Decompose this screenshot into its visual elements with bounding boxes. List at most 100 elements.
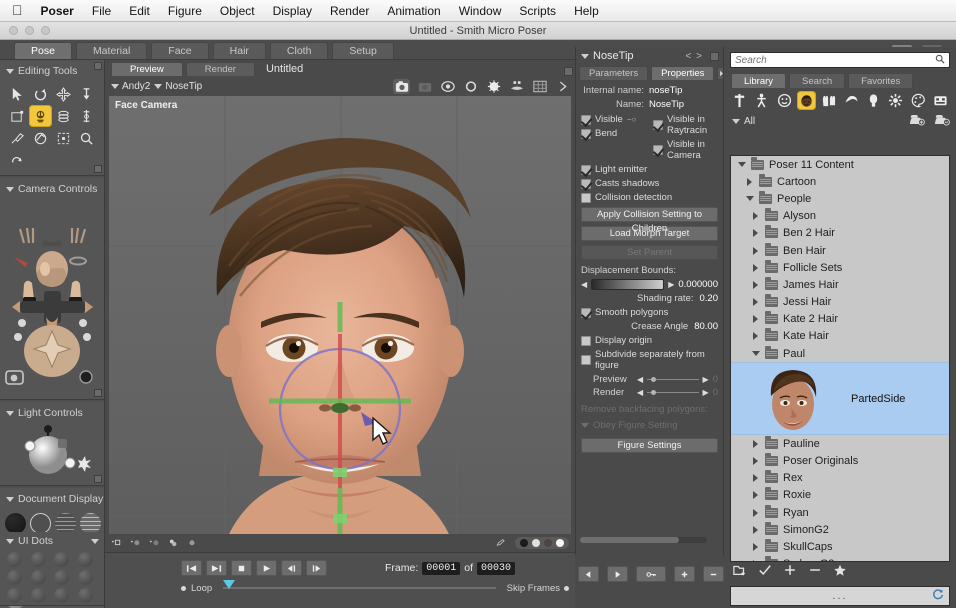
scenes-category[interactable] <box>931 91 950 110</box>
library-all-filter[interactable]: All <box>724 111 956 132</box>
menu-item-figure[interactable]: Figure <box>159 0 211 22</box>
editing-tools-header[interactable]: Editing Tools <box>0 60 104 81</box>
checkbox-collision-detection[interactable]: Collision detection <box>581 192 718 203</box>
slider-right-arrow-icon[interactable]: ▶ <box>703 375 709 384</box>
room-tab-setup[interactable]: Setup <box>332 42 394 59</box>
face-category[interactable] <box>775 91 794 110</box>
play-button[interactable] <box>256 560 277 576</box>
remove-folder-icon[interactable] <box>934 113 950 129</box>
tree-row-people[interactable]: People <box>731 190 949 207</box>
prev-frame-button[interactable] <box>281 560 302 576</box>
render-area-icon[interactable] <box>416 79 433 94</box>
camera-control-widget[interactable] <box>0 199 104 399</box>
menu-item-edit[interactable]: Edit <box>120 0 159 22</box>
swatch-white[interactable] <box>556 539 564 547</box>
tree-row-pauline[interactable]: Pauline <box>731 435 949 452</box>
checkbox-box[interactable] <box>581 128 591 139</box>
apply-check-icon[interactable] <box>758 563 772 582</box>
figure-settings-button[interactable]: Figure Settings <box>581 438 718 453</box>
menu-item-object[interactable]: Object <box>211 0 264 22</box>
ui-dot[interactable] <box>54 570 69 585</box>
editing-tools-scroll-up[interactable] <box>94 62 102 70</box>
slider-right-arrow-icon[interactable]: ▶ <box>668 280 674 289</box>
tree-row-roxie[interactable]: Roxie <box>731 487 949 504</box>
figure-category[interactable] <box>752 91 771 110</box>
grouping-tool[interactable] <box>29 127 52 149</box>
checkbox-box[interactable] <box>581 114 591 125</box>
obey-figure-setting-dropdown[interactable]: Obey Figure Setting <box>581 420 718 431</box>
next-frame-button[interactable] <box>306 560 327 576</box>
tree-row-sydneyg2[interactable]: SydneyG2 <box>731 556 949 561</box>
tree-row-james-hair[interactable]: James Hair <box>731 276 949 293</box>
disclosure-triangle[interactable] <box>751 212 760 221</box>
display-style-outline[interactable] <box>30 513 51 534</box>
tree-row-jessi-hair[interactable]: Jessi Hair <box>731 294 949 311</box>
room-tab-material[interactable]: Material <box>75 42 148 59</box>
tree-row-simong2[interactable]: SimonG2 <box>731 521 949 538</box>
figure-selector[interactable]: Andy2 <box>111 81 150 92</box>
tree-row-rex[interactable]: Rex <box>731 470 949 487</box>
checkbox-box[interactable] <box>581 307 591 318</box>
room-tab-cloth[interactable]: Cloth <box>269 42 329 59</box>
tree-row-poser-originals[interactable]: Poser Originals <box>731 452 949 469</box>
checkbox-casts-shadows[interactable]: Casts shadows <box>581 178 718 189</box>
scrollbar-thumb[interactable] <box>580 537 680 543</box>
ground-grid-icon[interactable] <box>531 79 548 94</box>
checkbox-box[interactable] <box>581 178 591 189</box>
add-keyframe-button[interactable] <box>636 566 666 582</box>
prev-key-button[interactable] <box>578 566 599 582</box>
shading-rate-value[interactable]: 0.20 <box>700 293 719 304</box>
tree-row-kate-hair[interactable]: Kate Hair <box>731 328 949 345</box>
tree-row-ryan[interactable]: Ryan <box>731 504 949 521</box>
pointer-tool[interactable] <box>6 83 29 105</box>
room-tab-hair[interactable]: Hair <box>212 42 266 59</box>
disclosure-triangle[interactable] <box>751 351 760 357</box>
disclosure-triangle[interactable] <box>751 491 760 500</box>
ui-dot[interactable] <box>30 570 46 585</box>
load-morph-target-button[interactable]: Load Morph Target <box>581 226 718 241</box>
disclosure-triangle[interactable] <box>751 280 760 289</box>
menu-item-display[interactable]: Display <box>264 0 321 22</box>
add-folder-icon[interactable] <box>909 113 925 129</box>
checkbox-visible[interactable]: Visible −○ <box>581 114 647 125</box>
background-color-swatches[interactable] <box>515 537 569 549</box>
tab-preview[interactable]: Preview <box>111 62 183 76</box>
pose-category[interactable] <box>730 91 749 110</box>
camera-controls-header[interactable]: Camera Controls <box>0 178 104 199</box>
light-panel-resize[interactable] <box>94 475 102 483</box>
chain-break-tool[interactable] <box>75 105 98 127</box>
search-icon[interactable] <box>935 51 945 69</box>
tab-properties[interactable]: Properties <box>651 66 715 80</box>
checkbox-box[interactable] <box>581 192 591 203</box>
slider-left-arrow-icon[interactable]: ◀ <box>581 280 587 289</box>
lights-category[interactable] <box>864 91 883 110</box>
frame-current-value[interactable]: 00001 <box>422 561 461 575</box>
render-slider[interactable] <box>647 390 699 395</box>
magnify-tool[interactable] <box>75 127 98 149</box>
swatch-black[interactable] <box>520 539 528 547</box>
materials-category[interactable] <box>909 91 928 110</box>
collapse-triangle-icon[interactable] <box>581 53 589 59</box>
loop-toggle[interactable] <box>181 585 186 591</box>
collapse-triangle-icon[interactable] <box>6 186 14 192</box>
checkbox-display-origin[interactable]: Display origin <box>581 335 718 346</box>
name-value[interactable]: NoseTip <box>649 99 684 110</box>
document-display-header[interactable]: Document Display S <box>0 488 104 509</box>
tab-favorites[interactable]: Favorites <box>848 73 914 88</box>
ground-shadow-icon[interactable] <box>508 79 525 94</box>
playhead-marker[interactable] <box>223 580 236 589</box>
light-control-widget[interactable] <box>0 423 104 485</box>
remove-element-button[interactable] <box>703 566 724 582</box>
slider-thumb[interactable] <box>651 377 657 382</box>
disclosure-triangle[interactable] <box>751 315 760 324</box>
timeline-track[interactable] <box>223 580 496 589</box>
skip-frames-toggle[interactable] <box>564 585 569 591</box>
menu-item-file[interactable]: File <box>83 0 120 22</box>
slider-left-arrow-icon[interactable]: ◀ <box>637 388 643 397</box>
checkbox-box[interactable] <box>581 355 591 365</box>
checkbox-bend[interactable]: Bend <box>581 128 647 139</box>
tracking-icon[interactable] <box>187 537 197 549</box>
hands-category[interactable] <box>819 91 838 110</box>
checkbox-box[interactable] <box>653 120 663 130</box>
menu-item-poser[interactable]: Poser <box>32 0 83 22</box>
